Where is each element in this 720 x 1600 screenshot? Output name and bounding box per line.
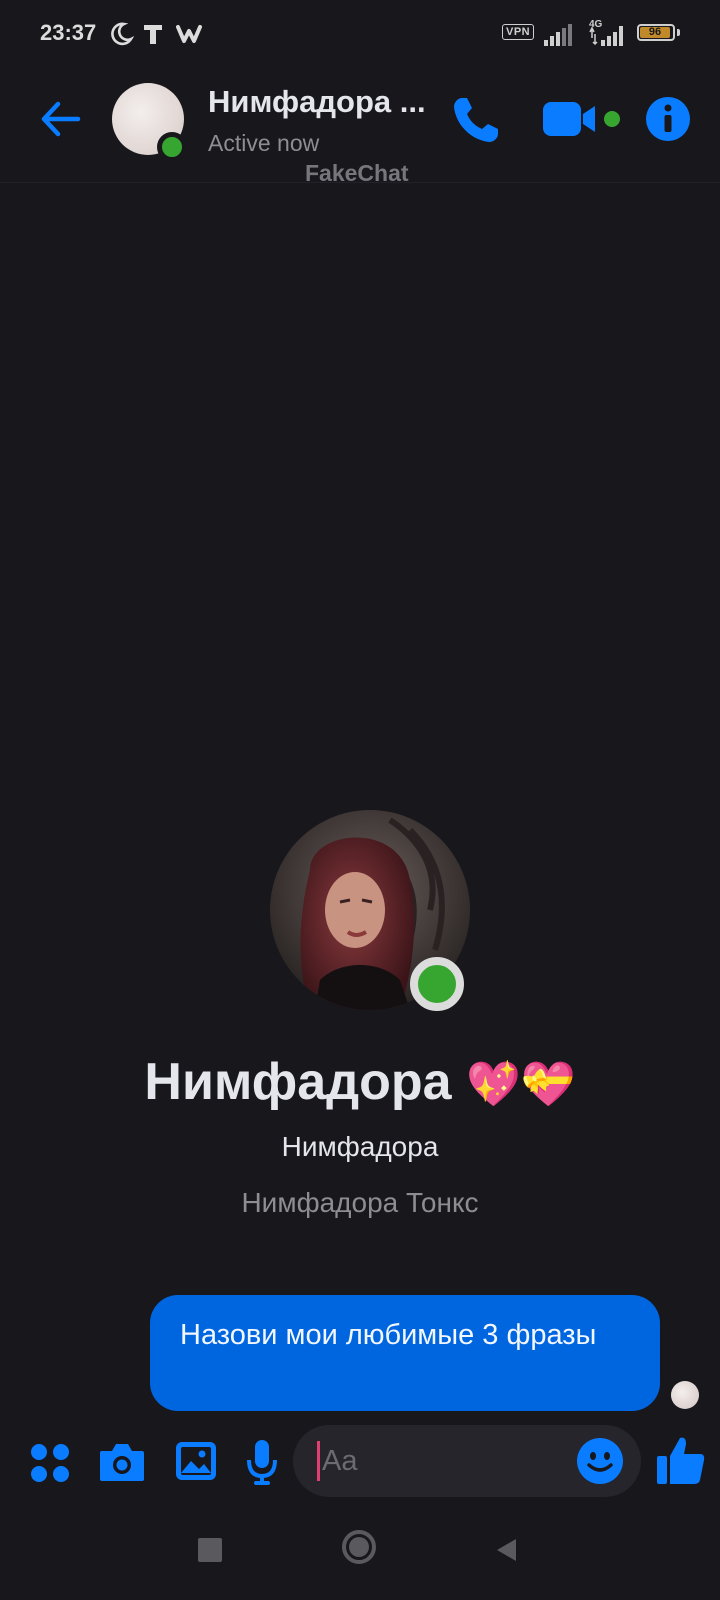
battery-tip — [677, 29, 680, 36]
text-caret — [317, 1441, 320, 1481]
nav-home-inner — [349, 1537, 369, 1557]
w-app-icon — [176, 25, 202, 43]
vpn-badge: VPN — [502, 24, 535, 40]
moon-icon — [111, 22, 134, 46]
profile-nickname: Нимфадора — [281, 1131, 439, 1162]
profile-title: Нимфадора 💖💝 — [0, 1052, 720, 1112]
outgoing-message-bubble[interactable]: Назови мои любимые 3 фразы — [150, 1295, 660, 1411]
camera-icon[interactable] — [98, 1439, 146, 1483]
nav-back-icon[interactable] — [494, 1537, 518, 1563]
microphone-icon[interactable] — [246, 1438, 278, 1486]
thumbs-up-icon[interactable] — [656, 1434, 706, 1486]
contact-status: Active now — [208, 130, 320, 156]
message-input-placeholder: Aa — [322, 1444, 358, 1477]
profile-fullname: Нимфадора Тонкс — [241, 1187, 479, 1218]
read-receipt-avatar — [671, 1381, 699, 1409]
profile-online-indicator — [410, 957, 464, 1011]
profile-title-text: Нимфадора — [144, 1053, 452, 1111]
apps-grid-icon[interactable] — [30, 1443, 70, 1483]
t-app-icon — [144, 25, 162, 44]
battery-level: 96 — [640, 27, 670, 38]
emoji-icon[interactable] — [576, 1437, 624, 1485]
info-icon[interactable] — [645, 96, 691, 142]
profile-title-emojis: 💖💝 — [466, 1060, 576, 1109]
gallery-icon[interactable] — [175, 1439, 217, 1483]
video-call-icon[interactable] — [543, 98, 601, 140]
video-active-indicator — [604, 111, 620, 127]
signal-icon — [544, 24, 572, 46]
nav-recents-button[interactable] — [198, 1538, 222, 1562]
battery-icon: 96 — [637, 24, 675, 41]
phone-call-icon[interactable] — [448, 92, 504, 148]
online-indicator — [157, 132, 187, 162]
status-time: 23:37 — [40, 20, 97, 45]
back-arrow-icon[interactable] — [34, 92, 88, 146]
contact-name[interactable]: Нимфадора ... — [208, 84, 426, 120]
signal-4g-icon — [589, 26, 623, 46]
app-watermark: FakeChat — [305, 160, 409, 186]
